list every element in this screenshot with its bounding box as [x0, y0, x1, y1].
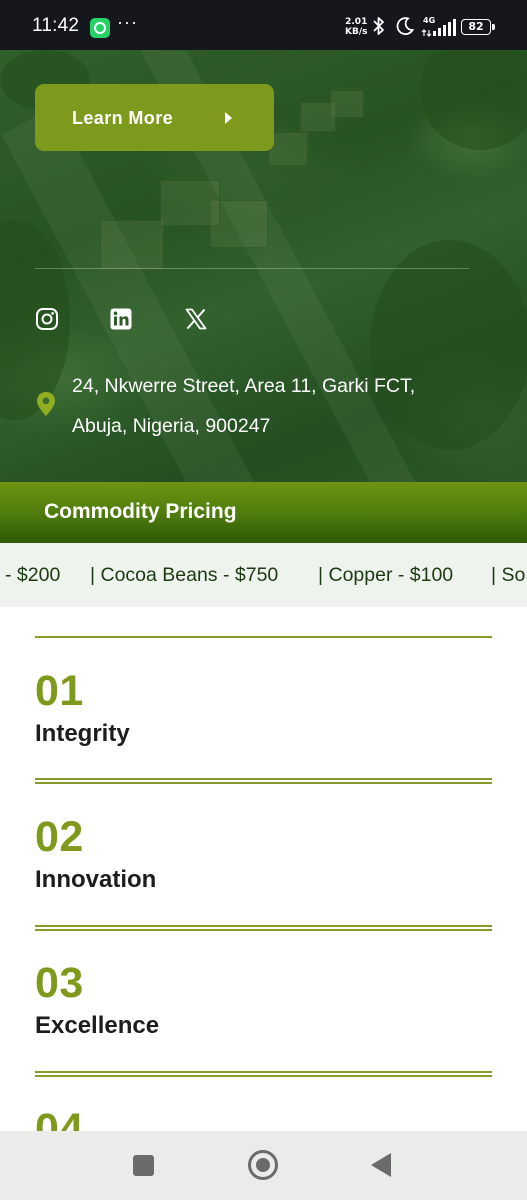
- value-divider: [35, 1071, 492, 1077]
- system-navigation-bar: [0, 1131, 527, 1200]
- back-icon[interactable]: [371, 1153, 391, 1177]
- ticker-item: - $200: [5, 564, 61, 586]
- office-address: 24, Nkwerre Street, Area 11, Garki FCT, …: [72, 366, 492, 446]
- value-number: 03: [35, 959, 84, 1007]
- linkedin-icon[interactable]: [109, 307, 133, 331]
- value-name: Innovation: [35, 866, 157, 893]
- value-name: Excellence: [35, 1012, 160, 1039]
- value-divider: [35, 778, 492, 784]
- location-pin-icon: [37, 392, 55, 416]
- address-line-2: Abuja, Nigeria, 900247: [72, 415, 271, 437]
- learn-more-button[interactable]: Learn More: [35, 84, 274, 151]
- recent-apps-icon[interactable]: [133, 1155, 154, 1176]
- value-divider: [35, 925, 492, 931]
- status-bar: 11:42 ··· 2.01 KB/s 4G 82: [0, 0, 527, 50]
- address-line-1: 24, Nkwerre Street, Area 11, Garki FCT,: [72, 375, 416, 397]
- home-icon[interactable]: [248, 1150, 278, 1180]
- hero-divider: [35, 268, 469, 269]
- value-divider: [35, 636, 492, 638]
- whatsapp-notification-icon: [90, 18, 110, 38]
- commodity-price-ticker: - $200 | Cocoa Beans - $750 | Copper - $…: [0, 543, 527, 607]
- caret-right-icon: [225, 112, 232, 124]
- do-not-disturb-moon-icon: [396, 17, 415, 35]
- bluetooth-icon: [373, 17, 384, 35]
- ticker-item: | So: [491, 564, 526, 586]
- learn-more-label: Learn More: [72, 108, 174, 128]
- commodity-pricing-header: Commodity Pricing: [0, 482, 527, 543]
- value-number: 01: [35, 667, 84, 715]
- x-twitter-icon[interactable]: [184, 307, 208, 331]
- ticker-item: | Copper - $100: [318, 564, 454, 586]
- instagram-icon[interactable]: [35, 307, 59, 331]
- hero-section: Learn More 24, Nkwerre Street, Area 11, …: [0, 50, 527, 482]
- value-number: 02: [35, 813, 84, 861]
- network-speed-unit: KB/s: [345, 27, 368, 37]
- value-name: Integrity: [35, 720, 130, 747]
- battery-icon: 82: [461, 19, 495, 35]
- network-speed: 2.01 KB/s: [345, 17, 367, 37]
- status-time: 11:42: [32, 15, 80, 36]
- commodity-pricing-title: Commodity Pricing: [44, 500, 237, 523]
- signal-strength-icon: [421, 19, 456, 37]
- ticker-item: | Cocoa Beans - $750: [90, 564, 279, 586]
- more-notifications-icon: ···: [117, 12, 138, 32]
- network-speed-value: 2.01: [345, 17, 368, 27]
